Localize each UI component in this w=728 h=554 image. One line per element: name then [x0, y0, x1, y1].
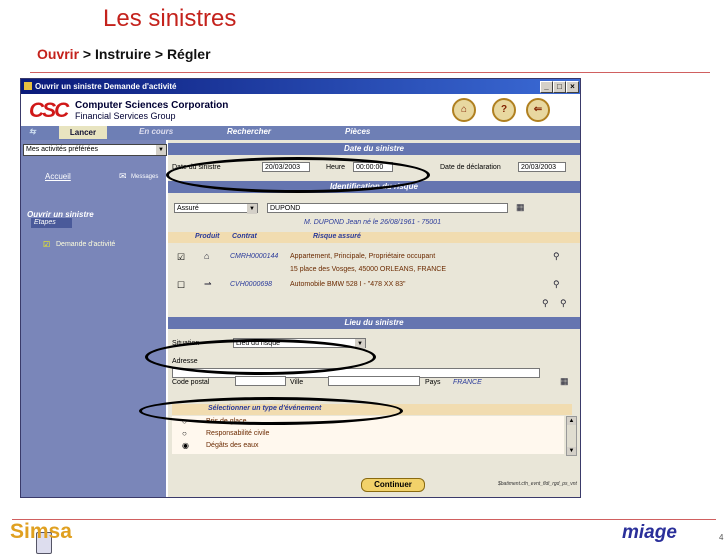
- declaration-field[interactable]: 20/03/2003: [518, 162, 566, 172]
- scroll-down-icon[interactable]: ▼: [567, 447, 576, 455]
- contract-table-header: Produit Contrat Risque assuré: [168, 232, 580, 243]
- window-title: Ouvrir un sinistre Demande d'activité: [35, 82, 177, 91]
- code-postal-label: Code postal: [172, 379, 210, 386]
- page-number: 4: [719, 533, 724, 542]
- col-produit: Produit: [195, 233, 220, 240]
- nav-bar: ⇆ Lancer En cours Rechercher Pièces: [21, 126, 580, 140]
- tab-pieces[interactable]: Pièces: [345, 127, 370, 136]
- radio-rc[interactable]: ○: [182, 429, 187, 438]
- company-name: Computer Sciences Corporation Financial …: [75, 100, 228, 122]
- chevron-down-icon[interactable]: ▼: [247, 204, 257, 214]
- minimize-button[interactable]: _: [540, 81, 553, 93]
- contract-number: CMRH0000144: [230, 253, 279, 260]
- nav-arrows-icon[interactable]: ⇆: [29, 127, 36, 136]
- window-titlebar: Ouvrir un sinistre Demande d'activité _ …: [21, 79, 580, 94]
- sidebar-item-messages[interactable]: Messages: [131, 174, 158, 180]
- continuer-button[interactable]: Continuer: [361, 478, 425, 492]
- row-checkbox[interactable]: ☐: [177, 280, 185, 291]
- brand-header: CSC Computer Sciences Corporation Financ…: [21, 94, 580, 126]
- browse-icon[interactable]: ▦: [560, 376, 569, 387]
- binoculars-icon[interactable]: ⚲: [553, 251, 560, 262]
- zoom-out-icon[interactable]: ⚲: [560, 298, 567, 309]
- company-subtitle: Financial Services Group: [75, 111, 176, 121]
- event-scrollbar[interactable]: ▲ ▼: [566, 416, 577, 456]
- messages-icon[interactable]: ✉: [119, 171, 127, 182]
- section-lieu: Lieu du sinistre: [168, 317, 580, 329]
- miage-logo: miage: [622, 522, 677, 543]
- close-button[interactable]: ×: [566, 81, 579, 93]
- ville-field[interactable]: [328, 376, 420, 386]
- footer-divider: [12, 519, 716, 520]
- event-option-degats[interactable]: Dégâts des eaux: [206, 442, 259, 449]
- scroll-up-icon[interactable]: ▲: [567, 417, 576, 425]
- person-info: M. DUPOND Jean né le 26/08/1961 - 75001: [304, 219, 441, 226]
- code-postal-field[interactable]: [235, 376, 286, 386]
- highlight-date-ellipse: [166, 157, 430, 193]
- risk-line2: 15 place des Vosges, 45000 ORLEANS, FRAN…: [290, 266, 447, 273]
- highlight-event-ellipse: [139, 397, 403, 425]
- house-icon: ⌂: [204, 251, 210, 261]
- screen-path: $batiment.cfn_evnt_fldi_rgd_ps_vnt: [498, 481, 577, 487]
- csc-logo: CSC: [29, 99, 69, 122]
- main-panel: Date du sinistre Date du sinistre 20/03/…: [168, 140, 580, 497]
- risk-type-select[interactable]: Assuré ▼: [174, 203, 258, 214]
- declaration-label: Date de déclaration: [440, 164, 501, 171]
- tab-en-cours[interactable]: En cours: [139, 127, 173, 136]
- risk-line1: Automobile BMW 528 I - "478 XX 83": [290, 281, 406, 288]
- chevron-down-icon[interactable]: ▼: [156, 145, 166, 155]
- breadcrumb-current: Ouvrir: [37, 46, 80, 62]
- breadcrumb: Ouvrir > Instruire > Régler: [37, 46, 211, 62]
- insured-name-field[interactable]: DUPOND: [267, 203, 508, 213]
- col-contrat: Contrat: [232, 233, 257, 240]
- tab-etapes[interactable]: Etapes: [31, 218, 72, 228]
- slide-title: Les sinistres: [103, 5, 237, 32]
- company-title: Computer Sciences Corporation: [75, 100, 229, 111]
- row-checkbox[interactable]: ☑: [177, 252, 185, 263]
- radio-degats[interactable]: ◉: [182, 441, 189, 450]
- risk-line1: Appartement, Principale, Propriétaire oc…: [290, 253, 436, 260]
- risk-type-value: Assuré: [177, 205, 199, 212]
- back-icon[interactable]: ⇐: [526, 98, 550, 122]
- app-icon: [24, 82, 32, 90]
- sidebar-item-accueil[interactable]: Accueil: [45, 172, 71, 181]
- pays-value: FRANCE: [453, 379, 482, 386]
- simsa-logo: Simsa: [10, 520, 72, 543]
- tab-rechercher[interactable]: Rechercher: [227, 127, 271, 136]
- title-divider: [30, 72, 710, 73]
- car-icon: ⇀: [204, 279, 212, 289]
- col-risque: Risque assuré: [313, 233, 361, 240]
- checkbox-icon: ☑: [43, 240, 51, 249]
- pays-label: Pays: [425, 379, 441, 386]
- home-icon[interactable]: ⌂: [452, 98, 476, 122]
- help-icon[interactable]: ?: [492, 98, 516, 122]
- contract-number: CVH0000698: [230, 281, 273, 288]
- activities-select-value: Mes activités préférées: [26, 146, 98, 153]
- highlight-situation-ellipse: [145, 339, 376, 375]
- zoom-in-icon[interactable]: ⚲: [542, 298, 549, 309]
- tab-lancer[interactable]: Lancer: [59, 126, 107, 139]
- maximize-button[interactable]: □: [553, 81, 566, 93]
- event-option-rc[interactable]: Responsabilité civile: [206, 430, 269, 437]
- breadcrumb-rest: > Instruire > Régler: [79, 46, 211, 62]
- sidebar: Mes activités préférées ▼ Accueil ✉ Messa…: [21, 140, 167, 554]
- activities-select[interactable]: Mes activités préférées ▼: [23, 144, 167, 156]
- application-window: Ouvrir un sinistre Demande d'activité _ …: [20, 78, 581, 554]
- browse-icon[interactable]: ▦: [516, 202, 525, 213]
- section-date: Date du sinistre: [168, 143, 580, 155]
- sidebar-item-demande[interactable]: Demande d'activité: [56, 241, 115, 248]
- ville-label: Ville: [290, 379, 304, 386]
- binoculars-icon[interactable]: ⚲: [553, 279, 560, 290]
